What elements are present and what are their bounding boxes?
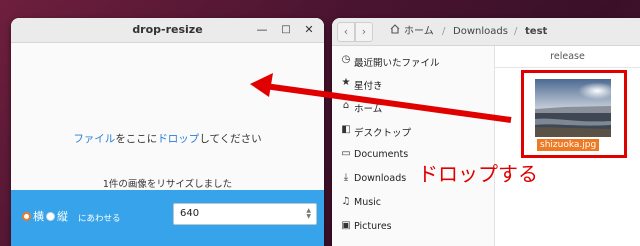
sidebar-item-label: Documents	[354, 149, 409, 160]
drop-message-please: してください	[199, 133, 262, 145]
horizontal-radio[interactable]	[22, 212, 31, 221]
breadcrumb-separator: /	[514, 26, 518, 37]
sidebar-item-music[interactable]: ♫ Music	[332, 193, 494, 213]
status-text: 1件の画像をリサイズしました	[102, 179, 233, 190]
file-manager-header: ‹ › ホーム / Downloads / test	[332, 18, 640, 46]
sidebar-item-label: Pictures	[354, 221, 392, 232]
home-small-icon	[390, 22, 400, 42]
sidebar-item-label: デスクトップ	[354, 128, 412, 139]
breadcrumb-current[interactable]: test	[525, 22, 547, 42]
vertical-label[interactable]: 縦	[57, 208, 68, 224]
sidebar-item-starred[interactable]: ★ 星付き	[332, 74, 494, 94]
music-icon: ♫	[341, 196, 351, 207]
home-icon: ⌂	[342, 100, 350, 111]
file-name[interactable]: shizuoka.jpg	[537, 139, 600, 151]
file-item[interactable]: shizuoka.jpg	[521, 70, 627, 158]
vertical-radio[interactable]	[46, 212, 55, 221]
sidebar-item-desktop[interactable]: ◧ デスクトップ	[332, 121, 494, 141]
back-button[interactable]: ‹	[337, 22, 355, 42]
sidebar-item-label: Music	[354, 197, 382, 208]
drop-message: ファイルをここにドロップしてください	[11, 131, 324, 146]
close-button[interactable]: ✕	[301, 22, 317, 38]
forward-button[interactable]: ›	[355, 22, 373, 42]
column-header[interactable]: release	[495, 46, 640, 68]
settings-bar: 横 縦 にあわせる 640 ▲ ▼	[11, 190, 324, 246]
star-icon: ★	[341, 77, 351, 88]
recent-icon: ◷	[341, 54, 351, 65]
breadcrumb-home[interactable]: ホーム	[404, 22, 434, 42]
drop-message-here: をここに	[115, 133, 158, 145]
size-value[interactable]: 640	[180, 208, 199, 219]
folder-icon: ▭	[341, 148, 351, 159]
desktop-icon: ◧	[341, 124, 351, 135]
file-thumbnail[interactable]	[535, 79, 611, 137]
sidebar: ◷ 最近開いたファイル ★ 星付き ⌂ ホーム ◧ デスクトップ ▭ Docum…	[332, 46, 494, 246]
minimize-button[interactable]: —	[254, 22, 270, 38]
file-view[interactable]: release shizuoka.jpg	[494, 46, 640, 246]
spin-arrows-icon[interactable]: ▲ ▼	[306, 208, 311, 220]
drop-zone[interactable]: ファイルをここにドロップしてください	[11, 43, 324, 190]
breadcrumb: ホーム / Downloads / test	[384, 22, 640, 42]
camera-icon: ▣	[341, 220, 351, 231]
size-stepper[interactable]: 640 ▲ ▼	[173, 203, 317, 225]
sidebar-item-label: 星付き	[354, 81, 383, 92]
download-icon: ⤓	[343, 172, 349, 183]
drop-message-file: ファイル	[73, 133, 116, 145]
sidebar-item-label: Downloads	[354, 173, 407, 184]
drop-message-drop: ドロップ	[157, 133, 200, 145]
breadcrumb-downloads[interactable]: Downloads	[453, 22, 508, 42]
app-titlebar: drop-resize — □ ✕	[11, 18, 324, 43]
fit-label: にあわせる	[78, 214, 121, 224]
sidebar-item-label: ホーム	[354, 104, 383, 115]
sidebar-item-pictures[interactable]: ▣ Pictures	[332, 217, 494, 237]
file-manager-window: ‹ › ホーム / Downloads / test ◷ 最近開いたファイル ★…	[332, 18, 640, 246]
sidebar-item-recent[interactable]: ◷ 最近開いたファイル	[332, 51, 494, 71]
sidebar-item-home[interactable]: ⌂ ホーム	[332, 97, 494, 117]
breadcrumb-separator: /	[442, 26, 446, 37]
drop-resize-window: drop-resize — □ ✕ ファイルをここにドロップしてください 1件の…	[11, 18, 324, 246]
drop-annotation: ドロップする	[418, 162, 538, 186]
horizontal-label[interactable]: 横	[33, 208, 44, 224]
maximize-button[interactable]: □	[278, 22, 294, 38]
sidebar-item-label: 最近開いたファイル	[354, 58, 440, 69]
